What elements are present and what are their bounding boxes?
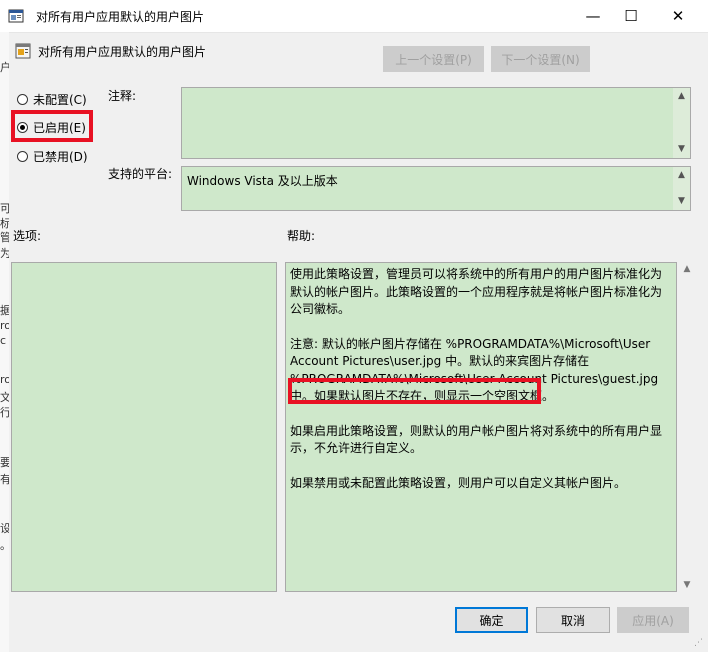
comment-label: 注释:: [108, 89, 137, 103]
help-paragraph: 使用此策略设置，管理员可以将系统中的所有用户的用户图片标准化为默认的帐户图片。此…: [290, 267, 663, 316]
scroll-down-icon[interactable]: ▼: [673, 193, 690, 210]
radio-not-configured[interactable]: 未配置(C): [17, 91, 87, 108]
background-text-fragment: 设: [0, 522, 9, 535]
enabled-annotation-box: [11, 110, 93, 142]
radio-dot: [17, 94, 28, 105]
scroll-down-icon[interactable]: ▼: [673, 141, 690, 158]
scroll-up-icon[interactable]: ▲: [673, 167, 690, 184]
background-text-fragment: ro: [0, 319, 9, 332]
radio-disabled[interactable]: 已禁用(D): [17, 148, 88, 165]
options-pane: [11, 262, 277, 592]
help-paragraph: 如果禁用或未配置此策略设置，则用户可以自定义其帐户图片。: [290, 475, 627, 490]
background-text-fragment: 。: [0, 537, 9, 553]
supported-platform-value: Windows Vista 及以上版本: [187, 174, 338, 188]
background-window-strip: 户可标管为据rocro文行要有设。: [0, 32, 9, 652]
apply-button[interactable]: 应用(A): [617, 607, 689, 633]
background-text-fragment: c: [0, 334, 7, 347]
background-text-fragment: 为: [0, 247, 9, 260]
empty-frame-note-annotation-box: [288, 378, 541, 404]
help-pane: 使用此策略设置，管理员可以将系统中的所有用户的用户图片标准化为默认的帐户图片。此…: [285, 262, 677, 592]
close-button[interactable]: ✕: [655, 0, 701, 32]
policy-name: 对所有用户应用默认的用户图片: [38, 45, 207, 59]
radio-label: 已禁用(D): [33, 150, 88, 164]
background-text-fragment: 文: [0, 391, 9, 404]
help-label: 帮助:: [287, 229, 316, 243]
background-text-fragment: 可: [0, 202, 9, 215]
help-paragraph: 如果启用此策略设置，则默认的用户帐户图片将对系统中的所有用户显示，不允许进行自定…: [290, 423, 663, 456]
background-text-fragment: ro: [0, 373, 9, 386]
background-text-fragment: 要: [0, 456, 9, 469]
next-setting-button[interactable]: 下一个设置(N): [491, 46, 590, 72]
platform-scrollbar[interactable]: ▲ ▼: [673, 167, 690, 210]
group-policy-icon: [8, 9, 24, 23]
supported-platform-label: 支持的平台:: [108, 167, 173, 181]
background-text-fragment: 管: [0, 231, 9, 244]
help-scrollbar[interactable]: ▲ ▼: [680, 262, 694, 592]
resize-grip-icon[interactable]: ⋰: [694, 638, 706, 650]
comment-scrollbar[interactable]: ▲ ▼: [673, 88, 690, 158]
maximize-button[interactable]: ☐: [608, 0, 654, 32]
policy-setting-icon: [15, 43, 31, 59]
scroll-up-icon[interactable]: ▲: [673, 88, 690, 105]
options-label: 选项:: [13, 229, 42, 243]
radio-label: 未配置(C): [33, 93, 87, 107]
background-text-fragment: 行: [0, 406, 9, 419]
scroll-up-icon[interactable]: ▲: [680, 264, 694, 274]
background-text-fragment: 有: [0, 473, 9, 486]
comment-textarea[interactable]: ▲ ▼: [181, 87, 691, 159]
title-bar[interactable]: 对所有用户应用默认的用户图片 — ☐ ✕: [0, 0, 708, 33]
cancel-button[interactable]: 取消: [536, 607, 610, 633]
previous-setting-button[interactable]: 上一个设置(P): [383, 46, 484, 72]
ok-button[interactable]: 确定: [455, 607, 528, 633]
scroll-down-icon[interactable]: ▼: [680, 580, 694, 590]
supported-platform-field: Windows Vista 及以上版本 ▲ ▼: [181, 166, 691, 211]
radio-dot: [17, 151, 28, 162]
background-text-fragment: 户: [0, 61, 9, 74]
window-title: 对所有用户应用默认的用户图片: [36, 10, 205, 24]
background-text-fragment: 据: [0, 304, 9, 317]
